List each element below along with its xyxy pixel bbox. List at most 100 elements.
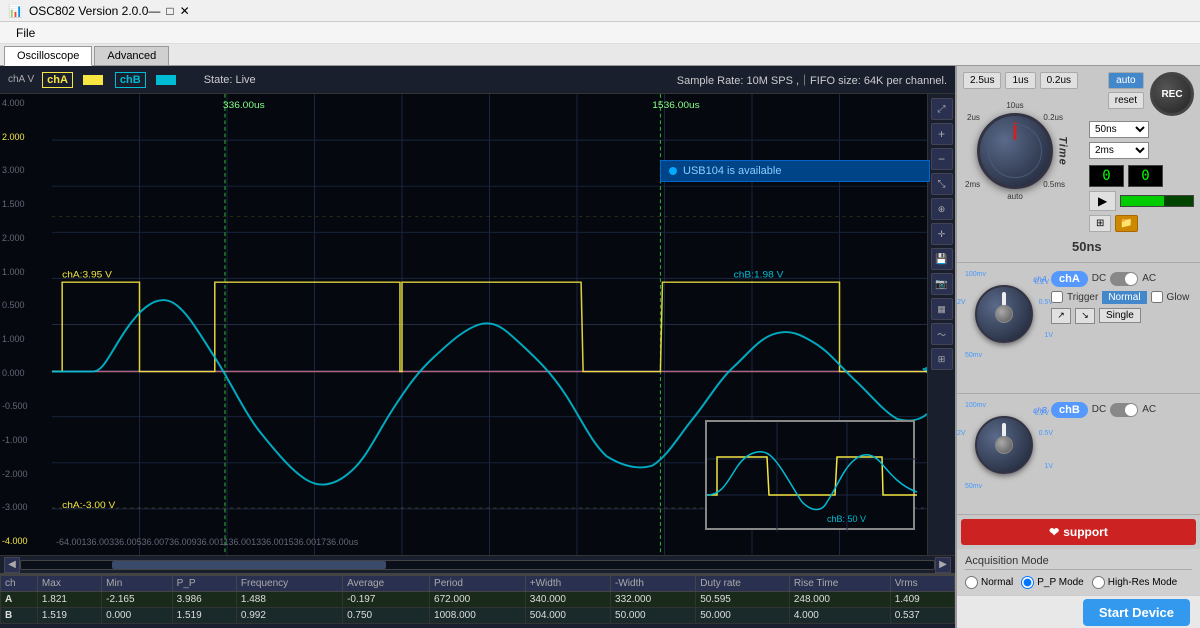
folder-btn[interactable]: 📁 xyxy=(1115,215,1137,232)
svg-text:1536.00us: 1536.00us xyxy=(652,100,700,111)
cha-volt-knob[interactable] xyxy=(975,285,1033,343)
acq-normal-opt[interactable]: Normal xyxy=(965,576,1013,589)
minimize-btn[interactable]: — xyxy=(148,4,160,18)
time-knob[interactable] xyxy=(977,113,1053,189)
scale-2ms: 2ms xyxy=(965,180,980,189)
oscilloscope-area: chA V chA chB State: Live Sample Rate: 1… xyxy=(0,66,955,628)
y-label-14: -4.000 xyxy=(2,536,50,546)
tb-1us-btn[interactable]: 1us xyxy=(1005,72,1035,89)
chb-color-indicator xyxy=(156,75,176,85)
chart-area[interactable]: USB104 is available xyxy=(0,94,955,555)
cha-label[interactable]: chA xyxy=(42,72,73,88)
maximize-btn[interactable]: □ xyxy=(166,4,173,18)
row-b-plus-width: 504.000 xyxy=(525,608,610,624)
top-controls: 2.5us 1us 0.2us auto reset REC 10us 2us xyxy=(957,66,1200,263)
support-button[interactable]: ❤ support xyxy=(961,519,1196,545)
progress-fill xyxy=(1121,196,1164,206)
tb-select-1[interactable]: 50ns100ns1us xyxy=(1089,121,1149,138)
x-label-6: 936.00 xyxy=(192,537,220,547)
tab-oscilloscope[interactable]: Oscilloscope xyxy=(4,46,92,66)
col-duty-rate: Duty rate xyxy=(696,576,790,592)
cha-controls: chA DC AC Trigger Normal Glow ↗ ↘ xyxy=(1051,271,1196,324)
y-label-13: -3.000 xyxy=(2,502,50,512)
tb-2_5us-btn[interactable]: 2.5us xyxy=(963,72,1001,89)
mixer-btn[interactable]: ⊞ xyxy=(1089,215,1111,232)
pan-btn[interactable]: ⤡ xyxy=(931,173,953,195)
svg-text:336.00us: 336.00us xyxy=(223,100,265,111)
zoom-in-btn[interactable]: + xyxy=(931,123,953,145)
acq-highres-opt[interactable]: High-Res Mode xyxy=(1092,576,1177,589)
single-btn[interactable]: Single xyxy=(1099,308,1141,323)
usb-text: USB104 is available xyxy=(683,165,781,177)
scroll-track[interactable] xyxy=(20,560,935,570)
chb-controls: chB DC AC xyxy=(1051,402,1196,422)
tb-select-2[interactable]: 2ms5ms10ms xyxy=(1089,142,1149,159)
state-text: State: Live xyxy=(204,74,256,86)
trigger-checkbox[interactable] xyxy=(1051,291,1063,303)
acq-pp-opt[interactable]: P_P Mode xyxy=(1021,576,1084,589)
cha-knob-center xyxy=(995,305,1013,323)
zoom-out-btn[interactable]: − xyxy=(931,148,953,170)
row-a-minus-width: 332.000 xyxy=(611,592,696,608)
cha-label-row: chA DC AC xyxy=(1051,271,1196,287)
glow-checkbox[interactable] xyxy=(1151,291,1163,303)
cha-dc-ac-toggle[interactable] xyxy=(1110,272,1138,286)
svg-text:chB: 50 V: chB: 50 V xyxy=(827,514,866,524)
camera-btn[interactable]: 📷 xyxy=(931,273,953,295)
rec-button[interactable]: REC xyxy=(1150,72,1194,116)
tb-0_2us-btn[interactable]: 0.2us xyxy=(1040,72,1078,89)
auto-btn[interactable]: auto xyxy=(1108,72,1144,89)
y-label-8: 1.000 xyxy=(2,334,50,344)
y-label-2: 2.000 xyxy=(2,132,50,142)
falling-edge-btn[interactable]: ↘ xyxy=(1075,308,1095,324)
x-label-2: 136.00 xyxy=(82,537,110,547)
cursor-btn[interactable]: ✛ xyxy=(931,223,953,245)
time-knob-label: Time xyxy=(1056,136,1068,165)
tb-select-row1: 50ns100ns1us xyxy=(1089,121,1194,138)
x-label-8: 1336.00 xyxy=(251,537,284,547)
x-label-1: -64.00 xyxy=(56,537,82,547)
col-min: Min xyxy=(102,576,173,592)
start-device-button[interactable]: Start Device xyxy=(1083,599,1190,626)
col-plus-width: +Width xyxy=(525,576,610,592)
scrollbar[interactable]: ◀ ▶ xyxy=(0,555,955,573)
qr-btn[interactable]: ▦ xyxy=(931,298,953,320)
wave-btn[interactable]: 〜 xyxy=(931,323,953,345)
acq-normal-label: Normal xyxy=(981,577,1013,588)
support-icon: ❤ xyxy=(1049,525,1059,539)
chb-knob-indicator xyxy=(1002,423,1006,437)
save-btn[interactable]: 💾 xyxy=(931,248,953,270)
scroll-left-btn[interactable]: ◀ xyxy=(4,557,20,573)
measure-btn[interactable]: ⊕ xyxy=(931,198,953,220)
normal-btn[interactable]: Normal xyxy=(1102,291,1146,304)
tabs: Oscilloscope Advanced xyxy=(0,44,1200,66)
y-label-3: 3.000 xyxy=(2,165,50,175)
reset-btn[interactable]: reset xyxy=(1108,92,1144,109)
tab-advanced[interactable]: Advanced xyxy=(94,46,169,65)
y-label-1: 4.000 xyxy=(2,98,50,108)
acq-pp-radio[interactable] xyxy=(1021,576,1034,589)
zoom-fit-btn[interactable]: ⤢ xyxy=(931,98,953,120)
cha-section: 100mv 0.2V 0.5V 1V 50mv 2V chA chA DC xyxy=(957,263,1200,394)
scroll-right-btn[interactable]: ▶ xyxy=(935,557,951,573)
rising-edge-btn[interactable]: ↗ xyxy=(1051,308,1071,324)
close-btn[interactable]: ✕ xyxy=(180,4,190,18)
row-a-avg: -0.197 xyxy=(343,592,430,608)
x-label-5: 736.00 xyxy=(164,537,192,547)
acq-normal-radio[interactable] xyxy=(965,576,978,589)
mixer-row: ⊞ 📁 xyxy=(1089,215,1194,232)
acq-highres-radio[interactable] xyxy=(1092,576,1105,589)
chb-button[interactable]: chB xyxy=(1051,402,1088,418)
row-b-duty: 50.000 xyxy=(696,608,790,624)
play-btn[interactable]: ▶ xyxy=(1089,191,1116,211)
grid-btn[interactable]: ⊞ xyxy=(931,348,953,370)
chb-volt-knob[interactable] xyxy=(975,416,1033,474)
cha-button[interactable]: chA xyxy=(1051,271,1088,287)
measurements-table: ch Max Min P_P Frequency Average Period … xyxy=(0,573,955,628)
file-menu[interactable]: File xyxy=(8,24,43,42)
support-label: support xyxy=(1063,525,1108,539)
chb-label[interactable]: chB xyxy=(115,72,146,88)
scroll-thumb[interactable] xyxy=(112,561,386,569)
y-label-6: 1.000 xyxy=(2,267,50,277)
chb-dc-ac-toggle[interactable] xyxy=(1110,403,1138,417)
